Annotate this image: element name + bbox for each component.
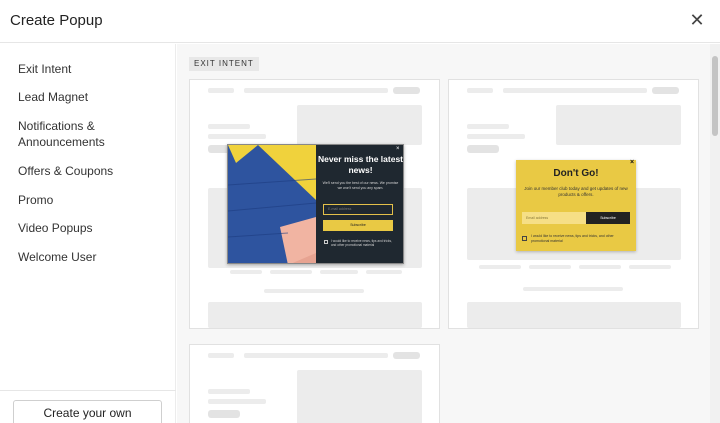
dont-go-headline: Don't Go!: [553, 168, 599, 179]
category-sidebar: Exit Intent Lead Magnet Notifications & …: [0, 44, 176, 423]
placeholder-bar: [208, 389, 250, 394]
placeholder-bar: [208, 399, 266, 404]
placeholder-bar: [208, 410, 240, 418]
placeholder-block: [297, 370, 422, 423]
sidebar-item-lead-magnet[interactable]: Lead Magnet: [18, 89, 168, 105]
artwork-image: [228, 145, 316, 263]
close-icon: ×: [629, 159, 635, 166]
dont-go-subscribe-button: Subscribe: [586, 212, 630, 224]
news-popup-body: We'll send you the best of our news. We …: [322, 181, 399, 190]
placeholder-bar: [244, 353, 388, 358]
placeholder-bar: [467, 124, 509, 129]
placeholder-bar: [208, 88, 234, 93]
news-popup-consent-checkbox: [324, 240, 328, 244]
news-popup-content: Never miss the latest news! We'll send y…: [316, 145, 404, 263]
placeholder-bar: [467, 134, 525, 139]
news-popup-consent-text: I would like to receive news, tips and t…: [331, 239, 392, 248]
news-popup-preview: Never miss the latest news! We'll send y…: [227, 144, 404, 264]
dont-go-consent-checkbox: [522, 236, 527, 241]
placeholder-bar: [479, 265, 521, 269]
scrollbar-thumb[interactable]: [712, 56, 718, 136]
placeholder-block: [467, 302, 681, 328]
sidebar-item-welcome-user[interactable]: Welcome User: [18, 249, 168, 265]
sidebar-footer: Create your own: [0, 390, 176, 423]
sidebar-item-offers-coupons[interactable]: Offers & Coupons: [18, 163, 168, 179]
placeholder-bar: [523, 287, 623, 291]
news-popup-subscribe-button: Subscribe: [323, 220, 393, 231]
create-your-own-button[interactable]: Create your own: [13, 400, 162, 423]
placeholder-bar: [270, 270, 312, 274]
placeholder-bar: [230, 270, 262, 274]
dont-go-email-field: Email address: [522, 212, 586, 224]
placeholder-bar: [208, 124, 250, 129]
placeholder-block: [556, 105, 681, 145]
close-icon: ×: [396, 146, 400, 152]
dialog-title: Create Popup: [10, 12, 103, 29]
placeholder-bar: [503, 88, 647, 93]
dont-go-body: Join our member club today and get updat…: [524, 186, 628, 197]
sidebar-item-promo[interactable]: Promo: [18, 192, 168, 208]
placeholder-bar: [529, 265, 571, 269]
placeholder-bar: [208, 353, 234, 358]
dialog-header: Create Popup ✕: [0, 0, 720, 43]
placeholder-bar: [208, 134, 266, 139]
create-popup-dialog: Create Popup ✕ Exit Intent Lead Magnet N…: [0, 0, 720, 423]
placeholder-bar: [467, 145, 499, 153]
placeholder-bar: [244, 88, 388, 93]
template-card-2[interactable]: Don't Go! Join our member club today and…: [448, 79, 699, 329]
placeholder-block: [297, 105, 422, 145]
abstract-artwork: [228, 145, 316, 263]
placeholder-bar: [393, 352, 420, 359]
scrollbar[interactable]: [710, 44, 720, 423]
template-card-1[interactable]: Never miss the latest news! We'll send y…: [189, 79, 440, 329]
template-card-3[interactable]: [189, 344, 440, 423]
placeholder-bar: [467, 88, 493, 93]
close-icon[interactable]: ✕: [688, 11, 706, 29]
template-gallery: EXIT INTENT Never miss the latest news! …: [177, 44, 710, 423]
placeholder-bar: [393, 87, 420, 94]
placeholder-bar: [264, 289, 364, 293]
sidebar-item-exit-intent[interactable]: Exit Intent: [18, 61, 168, 77]
placeholder-bar: [652, 87, 679, 94]
dont-go-consent-text: I would like to receive news, tips and t…: [531, 234, 614, 243]
section-tag: EXIT INTENT: [189, 57, 259, 71]
news-popup-headline: Never miss the latest news!: [317, 154, 404, 175]
sidebar-item-notifications[interactable]: Notifications & Announcements: [18, 118, 118, 150]
placeholder-bar: [629, 265, 671, 269]
placeholder-bar: [320, 270, 358, 274]
placeholder-bar: [366, 270, 402, 274]
sidebar-item-video-popups[interactable]: Video Popups: [18, 220, 168, 236]
news-popup-email-field: E-mail address: [323, 204, 393, 215]
placeholder-block: [208, 302, 422, 328]
dont-go-popup-preview: Don't Go! Join our member club today and…: [516, 159, 636, 251]
placeholder-bar: [579, 265, 621, 269]
